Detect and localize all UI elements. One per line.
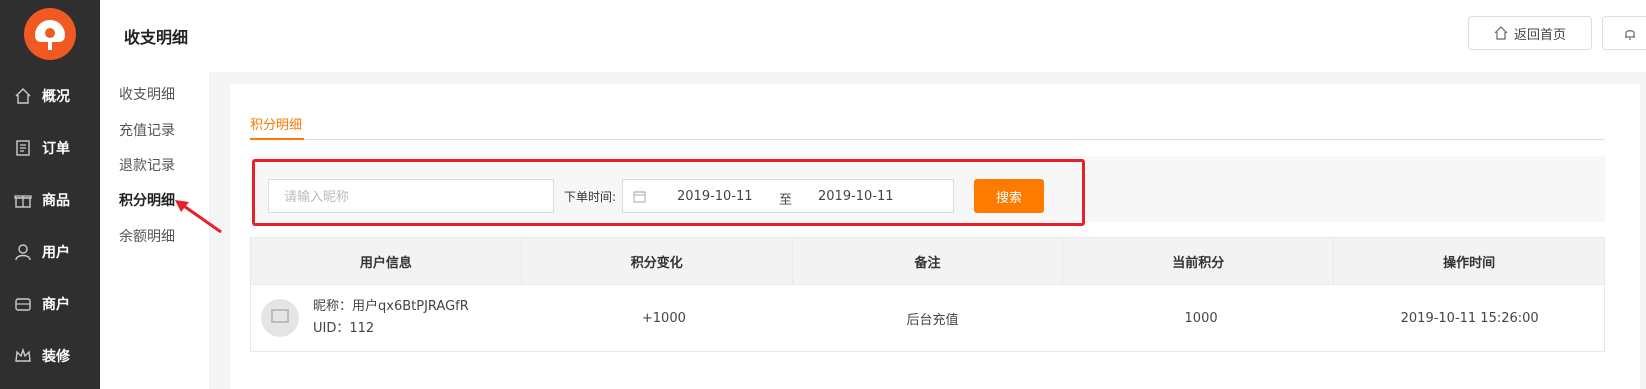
search-button[interactable]: 搜索 (974, 179, 1044, 213)
content-card: 积分明细 下单时间: 2019-10-11 至 2019-10-11 搜索 用户… (230, 84, 1640, 389)
filter-bar: 下单时间: 2019-10-11 至 2019-10-11 搜索 (250, 156, 1605, 226)
nickname-input[interactable] (268, 179, 554, 213)
date-end[interactable]: 2019-10-11 (818, 189, 894, 204)
subnav-item-income-expense[interactable]: 收支明细 (119, 84, 175, 104)
cell-points-change: +1000 (641, 310, 686, 326)
home-icon (15, 88, 31, 104)
column-header-user-info: 用户信息 (251, 238, 522, 284)
notification-button[interactable] (1602, 16, 1646, 50)
shop-icon (15, 298, 31, 311)
date-separator: 至 (779, 193, 793, 208)
cell-remark: 后台充值 (906, 312, 959, 328)
sidebar-item-overview[interactable]: 概况 (0, 76, 100, 116)
sidebar-item-label: 装修 (42, 349, 70, 365)
user-uid: UID：112 (313, 321, 375, 336)
subnav-item-recharge-records[interactable]: 充值记录 (119, 120, 175, 140)
gift-icon (14, 195, 32, 208)
column-header-current-points: 当前积分 (1063, 238, 1335, 284)
subnav-item-balance-detail[interactable]: 余额明细 (119, 226, 175, 246)
date-start[interactable]: 2019-10-11 (677, 189, 753, 204)
tab-active-indicator (250, 138, 304, 140)
calendar-icon (633, 191, 646, 203)
back-home-button[interactable]: 返回首页 (1468, 16, 1592, 50)
column-header-points-change: 积分变化 (522, 238, 793, 284)
sidebar-item-label: 商品 (42, 193, 70, 209)
column-header-operation-time: 操作时间 (1443, 255, 1496, 271)
points-table: 用户信息 积分变化 备注 当前积分 操作时间 昵称：用户qx6BtPJRAGfR… (250, 237, 1605, 352)
sidebar-item-label: 订单 (42, 141, 70, 157)
column-header-remark: 备注 (793, 238, 1064, 284)
subnav-item-points-detail[interactable]: 积分明细 (119, 190, 175, 210)
sidebar-item-label: 概况 (42, 89, 70, 105)
annotation-arrow (175, 200, 222, 234)
sidebar-item-users[interactable]: 用户 (0, 232, 100, 272)
table-row: 昵称：用户qx6BtPJRAGfR UID：112 +1000 后台充值 100… (251, 284, 1604, 351)
order-time-label: 下单时间: (564, 190, 617, 204)
crown-icon (15, 347, 31, 362)
user-nickname: 昵称：用户qx6BtPJRAGfR (313, 299, 469, 314)
tab-divider (250, 139, 1605, 140)
subnav-item-refund-records[interactable]: 退款记录 (119, 155, 175, 175)
top-bar: 收支明细 返回首页 (100, 0, 1646, 72)
logo[interactable] (24, 8, 76, 60)
sidebar-item-decoration[interactable]: 装修 (0, 336, 100, 376)
page-title: 收支明细 (124, 28, 189, 47)
bell-icon (1625, 30, 1635, 40)
cell-current-points: 1000 (1184, 310, 1218, 326)
date-range-picker[interactable]: 2019-10-11 至 2019-10-11 (622, 179, 954, 213)
sidebar-item-orders[interactable]: 订单 (0, 128, 100, 168)
sidebar-item-products[interactable]: 商品 (0, 180, 100, 220)
tab-points-detail[interactable]: 积分明细 (250, 114, 302, 133)
home-icon (1494, 26, 1508, 40)
sidebar-item-merchants[interactable]: 商户 (0, 284, 100, 324)
table-header: 用户信息 积分变化 备注 当前积分 操作时间 (251, 238, 1604, 284)
order-icon (16, 140, 30, 156)
sidebar: 概况 订单 商品 用户 商户 装修 (0, 0, 100, 389)
cell-operation-time: 2019-10-11 15:26:00 (1400, 310, 1539, 326)
user-icon (15, 244, 31, 261)
cell-user-info: 昵称：用户qx6BtPJRAGfR UID：112 (251, 285, 530, 351)
avatar (261, 299, 299, 337)
sidebar-item-label: 商户 (42, 297, 70, 313)
sidebar-item-label: 用户 (42, 245, 70, 261)
